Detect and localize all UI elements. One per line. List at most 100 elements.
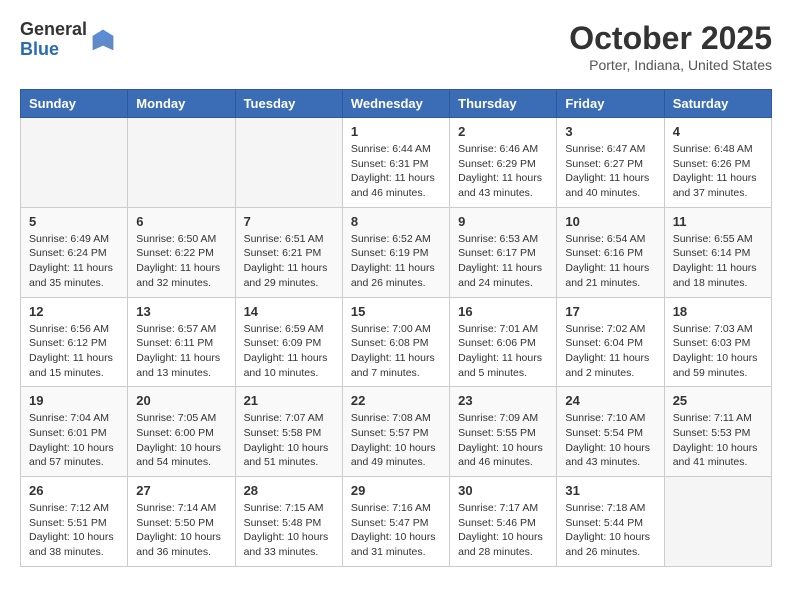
day-content: Sunrise: 7:00 AM Sunset: 6:08 PM Dayligh… bbox=[351, 322, 441, 381]
day-number: 1 bbox=[351, 124, 441, 139]
calendar-cell: 3 Sunrise: 6:47 AM Sunset: 6:27 PM Daylig… bbox=[557, 118, 664, 208]
day-number: 15 bbox=[351, 304, 441, 319]
day-content: Sunrise: 7:03 AM Sunset: 6:03 PM Dayligh… bbox=[673, 322, 763, 381]
calendar-cell: 31 Sunrise: 7:18 AM Sunset: 5:44 PM Dayli… bbox=[557, 477, 664, 567]
week-row-4: 19 Sunrise: 7:04 AM Sunset: 6:01 PM Dayli… bbox=[21, 387, 772, 477]
weekday-wednesday: Wednesday bbox=[342, 90, 449, 118]
day-content: Sunrise: 7:14 AM Sunset: 5:50 PM Dayligh… bbox=[136, 501, 226, 560]
logo-general: General bbox=[20, 19, 87, 39]
calendar-cell: 14Sunrise: 6:59 AM Sunset: 6:09 PM Dayli… bbox=[235, 297, 342, 387]
title-block: October 2025 Porter, Indiana, United Sta… bbox=[569, 20, 772, 73]
week-row-1: 1Sunrise: 6:44 AM Sunset: 6:31 PM Daylig… bbox=[21, 118, 772, 208]
calendar-cell bbox=[664, 477, 771, 567]
weekday-thursday: Thursday bbox=[450, 90, 557, 118]
day-content: Sunrise: 6:59 AM Sunset: 6:09 PM Dayligh… bbox=[244, 322, 334, 381]
day-number: 8 bbox=[351, 214, 441, 229]
day-number: 31 bbox=[565, 483, 655, 498]
day-number: 28 bbox=[244, 483, 334, 498]
day-number: 3 bbox=[565, 124, 655, 139]
day-number: 19 bbox=[29, 393, 119, 408]
logo: General Blue bbox=[20, 20, 115, 60]
calendar-cell: 12 Sunrise: 6:56 AM Sunset: 6:12 PM Dayli… bbox=[21, 297, 128, 387]
day-content: Sunrise: 6:52 AM Sunset: 6:19 PM Dayligh… bbox=[351, 232, 441, 291]
day-content: Sunrise: 6:48 AM Sunset: 6:26 PM Dayligh… bbox=[673, 142, 763, 201]
calendar-subtitle: Porter, Indiana, United States bbox=[569, 57, 772, 73]
week-row-5: 26 Sunrise: 7:12 AM Sunset: 5:51 PM Dayli… bbox=[21, 477, 772, 567]
calendar-table: SundayMondayTuesdayWednesdayThursdayFrid… bbox=[20, 89, 772, 567]
week-row-2: 5Sunrise: 6:49 AM Sunset: 6:24 PM Daylig… bbox=[21, 207, 772, 297]
day-content: Sunrise: 6:57 AM Sunset: 6:11 PM Dayligh… bbox=[136, 322, 226, 381]
day-number: 20 bbox=[136, 393, 226, 408]
calendar-cell: 18 Sunrise: 7:03 AM Sunset: 6:03 PM Dayli… bbox=[664, 297, 771, 387]
day-number: 24 bbox=[565, 393, 655, 408]
day-number: 22 bbox=[351, 393, 441, 408]
calendar-cell: 16 Sunrise: 7:01 AM Sunset: 6:06 PM Dayli… bbox=[450, 297, 557, 387]
calendar-cell: 8 Sunrise: 6:52 AM Sunset: 6:19 PM Daylig… bbox=[342, 207, 449, 297]
calendar-cell: 30Sunrise: 7:17 AM Sunset: 5:46 PM Dayli… bbox=[450, 477, 557, 567]
day-content: Sunrise: 6:51 AM Sunset: 6:21 PM Dayligh… bbox=[244, 232, 334, 291]
day-number: 9 bbox=[458, 214, 548, 229]
day-content: Sunrise: 7:05 AM Sunset: 6:00 PM Dayligh… bbox=[136, 411, 226, 470]
day-content: Sunrise: 7:08 AM Sunset: 5:57 PM Dayligh… bbox=[351, 411, 441, 470]
logo-blue: Blue bbox=[20, 39, 59, 59]
weekday-saturday: Saturday bbox=[664, 90, 771, 118]
day-content: Sunrise: 6:56 AM Sunset: 6:12 PM Dayligh… bbox=[29, 322, 119, 381]
calendar-cell: 4 Sunrise: 6:48 AM Sunset: 6:26 PM Daylig… bbox=[664, 118, 771, 208]
calendar-cell: 9 Sunrise: 6:53 AM Sunset: 6:17 PM Daylig… bbox=[450, 207, 557, 297]
day-number: 7 bbox=[244, 214, 334, 229]
calendar-cell: 13Sunrise: 6:57 AM Sunset: 6:11 PM Dayli… bbox=[128, 297, 235, 387]
day-number: 12 bbox=[29, 304, 119, 319]
day-content: Sunrise: 7:04 AM Sunset: 6:01 PM Dayligh… bbox=[29, 411, 119, 470]
calendar-title: October 2025 bbox=[569, 20, 772, 57]
calendar-cell: 15 Sunrise: 7:00 AM Sunset: 6:08 PM Dayli… bbox=[342, 297, 449, 387]
day-number: 30 bbox=[458, 483, 548, 498]
day-content: Sunrise: 6:50 AM Sunset: 6:22 PM Dayligh… bbox=[136, 232, 226, 291]
day-number: 26 bbox=[29, 483, 119, 498]
day-content: Sunrise: 7:09 AM Sunset: 5:55 PM Dayligh… bbox=[458, 411, 548, 470]
day-number: 16 bbox=[458, 304, 548, 319]
day-number: 18 bbox=[673, 304, 763, 319]
logo-icon bbox=[91, 28, 115, 52]
calendar-cell: 25Sunrise: 7:11 AM Sunset: 5:53 PM Dayli… bbox=[664, 387, 771, 477]
calendar-cell: 29Sunrise: 7:16 AM Sunset: 5:47 PM Dayli… bbox=[342, 477, 449, 567]
day-content: Sunrise: 7:16 AM Sunset: 5:47 PM Dayligh… bbox=[351, 501, 441, 560]
calendar-cell: 11Sunrise: 6:55 AM Sunset: 6:14 PM Dayli… bbox=[664, 207, 771, 297]
day-content: Sunrise: 6:47 AM Sunset: 6:27 PM Dayligh… bbox=[565, 142, 655, 201]
day-number: 27 bbox=[136, 483, 226, 498]
day-content: Sunrise: 7:15 AM Sunset: 5:48 PM Dayligh… bbox=[244, 501, 334, 560]
day-content: Sunrise: 6:53 AM Sunset: 6:17 PM Dayligh… bbox=[458, 232, 548, 291]
calendar-cell: 21 Sunrise: 7:07 AM Sunset: 5:58 PM Dayli… bbox=[235, 387, 342, 477]
day-content: Sunrise: 7:02 AM Sunset: 6:04 PM Dayligh… bbox=[565, 322, 655, 381]
day-content: Sunrise: 7:01 AM Sunset: 6:06 PM Dayligh… bbox=[458, 322, 548, 381]
calendar-cell: 2Sunrise: 6:46 AM Sunset: 6:29 PM Daylig… bbox=[450, 118, 557, 208]
day-number: 23 bbox=[458, 393, 548, 408]
calendar-cell: 28 Sunrise: 7:15 AM Sunset: 5:48 PM Dayli… bbox=[235, 477, 342, 567]
weekday-sunday: Sunday bbox=[21, 90, 128, 118]
day-number: 11 bbox=[673, 214, 763, 229]
day-content: Sunrise: 7:07 AM Sunset: 5:58 PM Dayligh… bbox=[244, 411, 334, 470]
day-content: Sunrise: 7:11 AM Sunset: 5:53 PM Dayligh… bbox=[673, 411, 763, 470]
week-row-3: 12 Sunrise: 6:56 AM Sunset: 6:12 PM Dayli… bbox=[21, 297, 772, 387]
calendar-cell: 19 Sunrise: 7:04 AM Sunset: 6:01 PM Dayli… bbox=[21, 387, 128, 477]
page-header: General Blue October 2025 Porter, Indian… bbox=[20, 20, 772, 73]
day-number: 5 bbox=[29, 214, 119, 229]
weekday-header-row: SundayMondayTuesdayWednesdayThursdayFrid… bbox=[21, 90, 772, 118]
weekday-monday: Monday bbox=[128, 90, 235, 118]
day-number: 10 bbox=[565, 214, 655, 229]
calendar-cell: 24Sunrise: 7:10 AM Sunset: 5:54 PM Dayli… bbox=[557, 387, 664, 477]
day-number: 17 bbox=[565, 304, 655, 319]
calendar-cell: 6 Sunrise: 6:50 AM Sunset: 6:22 PM Daylig… bbox=[128, 207, 235, 297]
day-number: 21 bbox=[244, 393, 334, 408]
day-number: 6 bbox=[136, 214, 226, 229]
calendar-cell: 1Sunrise: 6:44 AM Sunset: 6:31 PM Daylig… bbox=[342, 118, 449, 208]
calendar-cell: 27 Sunrise: 7:14 AM Sunset: 5:50 PM Dayli… bbox=[128, 477, 235, 567]
weekday-friday: Friday bbox=[557, 90, 664, 118]
calendar-cell: 23 Sunrise: 7:09 AM Sunset: 5:55 PM Dayli… bbox=[450, 387, 557, 477]
day-content: Sunrise: 6:54 AM Sunset: 6:16 PM Dayligh… bbox=[565, 232, 655, 291]
calendar-cell bbox=[128, 118, 235, 208]
day-number: 4 bbox=[673, 124, 763, 139]
calendar-cell: 20 Sunrise: 7:05 AM Sunset: 6:00 PM Dayli… bbox=[128, 387, 235, 477]
day-content: Sunrise: 7:12 AM Sunset: 5:51 PM Dayligh… bbox=[29, 501, 119, 560]
day-content: Sunrise: 7:18 AM Sunset: 5:44 PM Dayligh… bbox=[565, 501, 655, 560]
day-number: 2 bbox=[458, 124, 548, 139]
